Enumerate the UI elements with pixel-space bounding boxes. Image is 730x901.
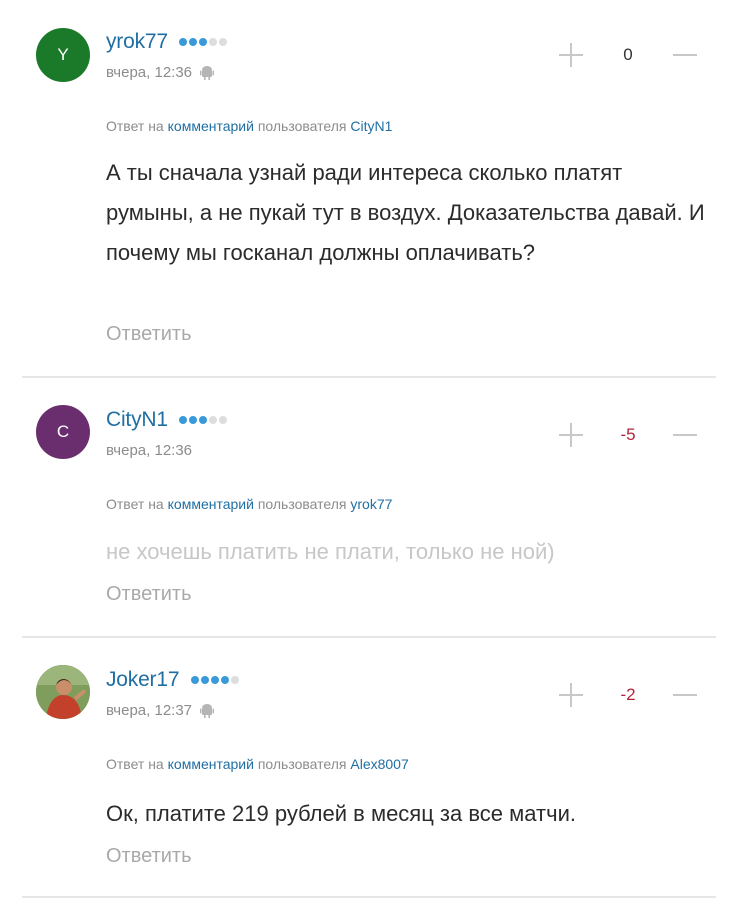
rating-dot: [200, 676, 209, 685]
avatar[interactable]: [36, 665, 90, 719]
reply-middle: пользователя: [257, 496, 347, 512]
rating-dot: [209, 38, 218, 47]
comment-meta: вчера, 12:37: [106, 702, 215, 719]
rating-dot: [210, 676, 219, 685]
vote-widget: 0: [558, 40, 698, 70]
vote-widget: -2: [558, 680, 698, 710]
comment-item: Y yrok77 вчера, 12:36 0 Ответ на коммент…: [0, 0, 730, 378]
comment-meta: вчера, 12:36: [106, 64, 215, 81]
upvote-button[interactable]: [558, 422, 584, 448]
reply-middle: пользователя: [257, 756, 347, 772]
avatar-letter: C: [56, 422, 70, 441]
rating-dot: [219, 38, 228, 47]
user-rating-dots: [179, 416, 228, 425]
rating-dot: [179, 38, 188, 47]
user-rating-dots: [179, 38, 228, 47]
reply-to-line: Ответ на комментарий пользователя Alex80…: [106, 756, 409, 772]
comment-text: Ок, платите 219 рублей в месяц за все ма…: [106, 801, 576, 826]
reply-prefix: Ответ на: [106, 756, 164, 772]
divider: [22, 896, 716, 898]
rating-dot: [199, 38, 208, 47]
comment-item: C CityN1 вчера, 12:36 -5 Ответ на коммен…: [0, 380, 730, 638]
reply-user-link[interactable]: yrok77: [350, 496, 392, 512]
rating-dot: [189, 416, 198, 425]
downvote-button[interactable]: [672, 422, 698, 448]
reply-to-line: Ответ на комментарий пользователя yrok77: [106, 496, 392, 512]
comment-score: -5: [620, 425, 636, 444]
rating-dot: [230, 676, 239, 685]
username-text: yrok77: [106, 30, 168, 53]
rating-dot: [190, 676, 199, 685]
user-photo: [36, 665, 90, 719]
reply-middle: пользователя: [257, 118, 347, 134]
comment-score: -2: [620, 685, 636, 704]
comment-time: вчера, 12:36: [106, 64, 193, 81]
user-rating-dots: [190, 676, 239, 685]
comment-item: Joker17 вчера, 12:37 -2 Ответ на коммент…: [0, 640, 730, 901]
comment-time: вчера, 12:37: [106, 702, 193, 719]
comment-score: 0: [623, 45, 633, 64]
avatar-letter: Y: [57, 45, 69, 64]
username-text: Joker17: [106, 668, 180, 691]
vote-widget: -5: [558, 420, 698, 450]
downvote-button[interactable]: [672, 682, 698, 708]
divider: [22, 376, 716, 378]
reply-button[interactable]: Ответить: [106, 323, 192, 346]
rating-dot: [220, 676, 229, 685]
reply-button[interactable]: Ответить: [106, 845, 192, 868]
reply-to-line: Ответ на комментарий пользователя CityN1: [106, 118, 392, 134]
reply-comment-link[interactable]: комментарий: [168, 756, 254, 772]
reply-prefix: Ответ на: [106, 496, 164, 512]
username-text: CityN1: [106, 408, 168, 431]
reply-comment-link[interactable]: комментарий: [168, 496, 254, 512]
upvote-button[interactable]: [558, 42, 584, 68]
rating-dot: [209, 416, 218, 425]
avatar[interactable]: Y: [36, 28, 90, 82]
reply-button[interactable]: Ответить: [106, 583, 192, 606]
reply-user-link[interactable]: Alex8007: [350, 756, 408, 772]
reply-prefix: Ответ на: [106, 118, 164, 134]
android-icon: [200, 65, 215, 80]
comment-time: вчера, 12:36: [106, 442, 193, 459]
username-link[interactable]: yrok77: [106, 30, 228, 54]
upvote-button[interactable]: [558, 682, 584, 708]
downvote-button[interactable]: [672, 42, 698, 68]
rating-dot: [199, 416, 208, 425]
divider: [22, 636, 716, 638]
android-icon: [200, 703, 215, 718]
comment-meta: вчера, 12:36: [106, 442, 192, 459]
comment-text: А ты сначала узнай ради интереса сколько…: [106, 160, 705, 265]
rating-dot: [179, 416, 188, 425]
username-link[interactable]: CityN1: [106, 408, 228, 432]
reply-user-link[interactable]: CityN1: [350, 118, 392, 134]
avatar[interactable]: C: [36, 405, 90, 459]
comment-text: не хочешь платить не плати, только не но…: [106, 539, 555, 564]
rating-dot: [189, 38, 198, 47]
rating-dot: [219, 416, 228, 425]
username-link[interactable]: Joker17: [106, 668, 239, 692]
reply-comment-link[interactable]: комментарий: [168, 118, 254, 134]
